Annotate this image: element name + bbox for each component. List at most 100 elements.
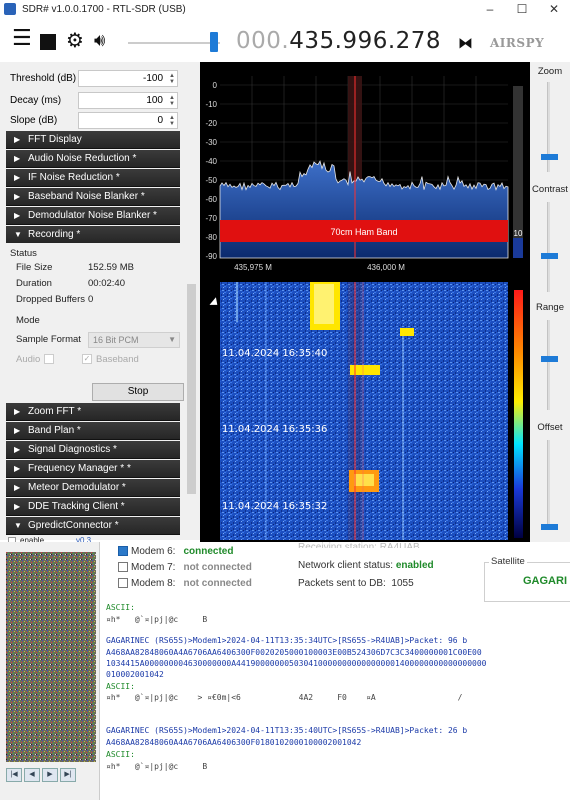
section-label: Meteor Demodulator * (28, 482, 126, 493)
zoom-slider-thumb[interactable] (541, 154, 558, 160)
close-button[interactable]: ✕ (538, 0, 570, 18)
decay-row: Decay (ms) 100 ▲ ▼ (10, 92, 178, 110)
modem-checkbox[interactable] (118, 546, 128, 557)
range-slider-thumb[interactable] (541, 356, 558, 362)
section-baseband-noise-blanker[interactable]: ▶ Baseband Noise Blanker * (6, 188, 180, 206)
threshold-input[interactable]: -100 ▲ ▼ (78, 70, 178, 87)
stop-recording-button[interactable]: Stop (92, 383, 184, 401)
minimize-button[interactable]: – (474, 0, 506, 18)
section-signal-diagnostics[interactable]: ▶ Signal Diagnostics * (6, 441, 180, 459)
y-tick: -30 (205, 138, 217, 147)
volume-icon[interactable]: 🔊︎ (94, 30, 105, 51)
section-label: Demodulator Noise Blanker * (28, 210, 157, 221)
maximize-button[interactable]: ☐ (506, 0, 538, 18)
expand-arrow-icon: ▶ (14, 154, 21, 163)
image-preview-panel: |◀ ◀ ▶ ▶| (0, 542, 100, 800)
modem-status: not connected (183, 578, 252, 589)
threshold-value: -100 (142, 73, 163, 84)
expand-arrow-icon: ▶ (14, 135, 21, 144)
gear-icon[interactable]: ⚙ (66, 28, 84, 52)
screenshot-root: SDR# v1.0.0.1700 - RTL-SDR (USB) – ☐ ✕ ☰… (0, 0, 570, 800)
log-line: A468AA82848060A4A6706AA6406300F002020500… (106, 648, 482, 657)
left-panel-scrollbar[interactable] (186, 62, 198, 540)
modem-row: Modem 7: not connected (118, 562, 252, 576)
section-band-plan[interactable]: ▶ Band Plan * (6, 422, 180, 440)
next-frame-icon[interactable]: ▶ (42, 768, 58, 782)
section-recording[interactable]: ▼ Recording * (6, 226, 180, 244)
section-meteor-demodulator[interactable]: ▶ Meteor Demodulator * (6, 479, 180, 497)
band-plan-label: 70cm Ham Band (330, 227, 397, 237)
decay-value: 100 (146, 95, 163, 106)
audio-checkbox[interactable] (44, 354, 54, 364)
sample-format-value: 16 Bit PCM (93, 335, 139, 345)
range-slider-track[interactable] (547, 320, 550, 410)
expand-arrow-icon: ▶ (14, 211, 21, 220)
modem-status: connected (183, 546, 234, 557)
previous-frame-icon[interactable]: ◀ (24, 768, 40, 782)
offset-slider-track[interactable] (547, 440, 550, 530)
log-line: A468AA82848060A4A6706AA6406300F018010200… (106, 738, 362, 747)
x-tick: 436,000 M (367, 263, 405, 272)
last-frame-icon[interactable]: ▶| (60, 768, 76, 782)
slope-label: Slope (dB) (10, 115, 58, 126)
stop-icon[interactable] (40, 34, 56, 50)
app-icon (4, 3, 16, 15)
offset-label: Offset (537, 422, 563, 433)
spectrum-svg: 70cm Ham Band 0 -10 -20 -30 -40 -50 -60 … (205, 76, 523, 272)
section-if-noise-reduction[interactable]: ▶ IF Noise Reduction * (6, 169, 180, 187)
log-line: GAGARINEC (RS65S)>Modem1>2024-04-11T13:3… (106, 726, 468, 735)
signal-burst-core (354, 474, 374, 486)
modem-label: Modem 6: (131, 546, 176, 557)
offset-slider-thumb[interactable] (541, 524, 558, 530)
slope-input[interactable]: 0 ▲ ▼ (78, 112, 178, 129)
hamburger-menu-icon[interactable]: ☰ (12, 26, 32, 51)
signal-trace (236, 282, 238, 322)
network-status-value: enabled (395, 560, 434, 571)
threshold-row: Threshold (dB) -100 ▲ ▼ (10, 70, 178, 88)
first-frame-icon[interactable]: |◀ (6, 768, 22, 782)
expand-arrow-icon: ▶ (14, 407, 21, 416)
spectrum-analyzer[interactable]: 70cm Ham Band 0 -10 -20 -30 -40 -50 -60 … (200, 62, 530, 280)
expand-arrow-icon: ▶ (14, 426, 21, 435)
sample-format-select[interactable]: 16 Bit PCM ▼ (88, 332, 180, 348)
frequency-display[interactable]: 000.435.996.278 (236, 28, 441, 54)
scrollbar-thumb[interactable] (187, 284, 196, 494)
decay-input[interactable]: 100 ▲ ▼ (78, 92, 178, 109)
threshold-spinner-icon[interactable]: ▲ ▼ (169, 73, 175, 85)
section-gpredict-connector[interactable]: ▼ GpredictConnector * (6, 517, 180, 535)
contrast-slider-track[interactable] (547, 202, 550, 292)
contrast-slider-thumb[interactable] (541, 253, 558, 259)
log-line: ASCII: (106, 750, 135, 759)
section-zoom-fft[interactable]: ▶ Zoom FFT * (6, 403, 180, 421)
log-line: ¤h* @`¤|pj|@c B (106, 762, 208, 771)
chevron-down-icon: ▼ (168, 335, 176, 344)
x-axis-ticks: 435,975 M 436,000 M (234, 263, 405, 272)
timestamp: 11.04.2024 16:35:40 (222, 348, 327, 359)
x-tick: 435,975 M (234, 263, 272, 272)
section-demodulator-noise-blanker[interactable]: ▶ Demodulator Noise Blanker * (6, 207, 180, 225)
waterfall-display[interactable]: 11.04.2024 16:35:40 11.04.2024 16:35:36 … (200, 280, 530, 542)
section-label: Frequency Manager * * (28, 463, 131, 474)
section-fft-display[interactable]: ▶ FFT Display (6, 131, 180, 149)
baseband-checkbox[interactable]: ✓ (82, 354, 92, 364)
network-status-label: Network client status: (298, 560, 394, 571)
volume-slider-thumb[interactable] (210, 32, 218, 52)
section-frequency-manager[interactable]: ▶ Frequency Manager * * (6, 460, 180, 478)
modem-checkbox[interactable] (118, 578, 128, 589)
range-label: Range (536, 302, 564, 313)
section-label: DDE Tracking Client * (28, 501, 125, 512)
volume-slider-track[interactable] (128, 42, 220, 44)
y-tick: -40 (205, 157, 217, 166)
section-dde-tracking-client[interactable]: ▶ DDE Tracking Client * (6, 498, 180, 516)
decay-spinner-icon[interactable]: ▲ ▼ (169, 95, 175, 107)
signal-burst (400, 328, 414, 336)
file-size-value: 152.59 MB (88, 262, 134, 273)
section-label: Baseband Noise Blanker * (28, 191, 145, 202)
slope-spinner-icon[interactable]: ▲ ▼ (169, 115, 175, 127)
modem-checkbox[interactable] (118, 562, 128, 573)
section-audio-noise-reduction[interactable]: ▶ Audio Noise Reduction * (6, 150, 180, 168)
frequency-leading-zeros: 000. (236, 28, 290, 54)
section-label: Audio Noise Reduction * (28, 153, 137, 164)
window-titlebar: SDR# v1.0.0.1700 - RTL-SDR (USB) – ☐ ✕ (0, 0, 570, 18)
tuning-mode-icon[interactable]: ⧓ (458, 34, 473, 52)
